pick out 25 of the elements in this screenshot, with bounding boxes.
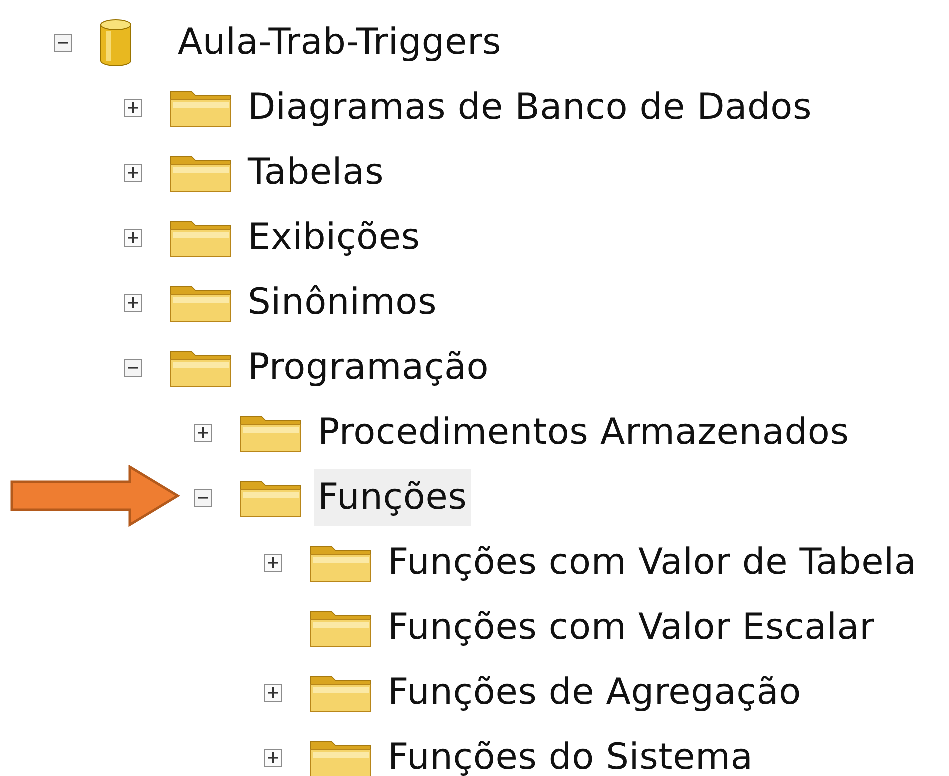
tree-item[interactable]: Funções de Agregação <box>384 664 806 721</box>
tree-item[interactable]: Funções com Valor Escalar <box>384 599 879 656</box>
collapse-icon[interactable] <box>194 488 212 506</box>
expand-icon[interactable] <box>264 684 282 702</box>
tree-item[interactable]: Exibições <box>244 209 424 266</box>
expand-icon[interactable] <box>264 554 282 572</box>
expand-icon[interactable] <box>124 164 142 182</box>
tree-item[interactable]: Diagramas de Banco de Dados <box>244 79 816 136</box>
expand-icon[interactable] <box>124 98 142 116</box>
expand-icon[interactable] <box>124 228 142 246</box>
tree-item[interactable]: Procedimentos Armazenados <box>314 404 854 461</box>
collapse-icon[interactable] <box>54 34 72 52</box>
database-icon <box>100 18 132 66</box>
tree-item[interactable]: Sinônimos <box>244 274 442 331</box>
tree-item[interactable]: Funções <box>314 469 472 526</box>
tree-item[interactable]: Aula-Trab-Triggers <box>174 14 506 71</box>
tree-item[interactable]: Funções do Sistema <box>384 729 758 776</box>
expand-icon[interactable] <box>124 294 142 312</box>
collapse-icon[interactable] <box>124 358 142 376</box>
tree-item[interactable]: Tabelas <box>244 144 388 201</box>
arrow-icon <box>10 465 180 527</box>
expand-icon[interactable] <box>194 424 212 442</box>
expand-icon[interactable] <box>264 748 282 766</box>
tree-item[interactable]: Programação <box>244 339 494 396</box>
tree-item[interactable]: Funções com Valor de Tabela <box>384 534 921 591</box>
